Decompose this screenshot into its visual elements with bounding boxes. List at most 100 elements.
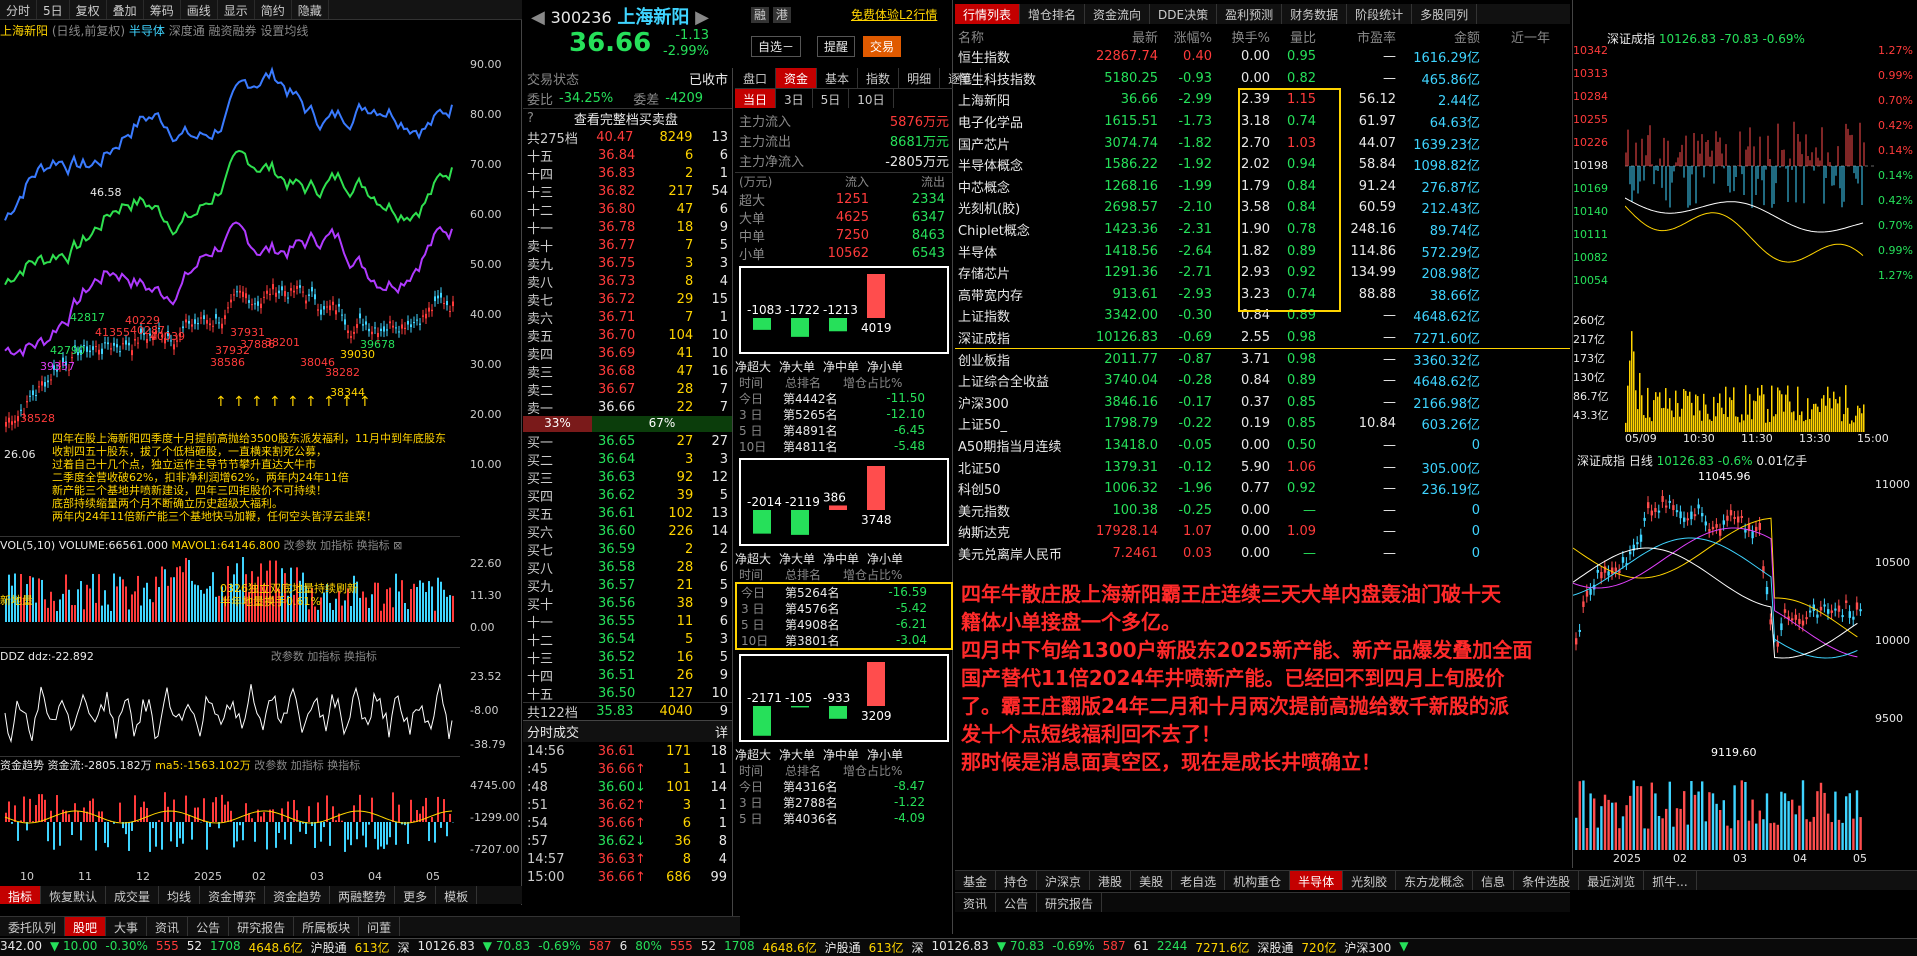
intraday-chart[interactable] <box>1625 48 1875 308</box>
sector-tab-7[interactable]: 半导体 <box>1290 871 1344 890</box>
ddz-tool[interactable]: 加指标 <box>307 650 340 663</box>
tag-hk[interactable]: 港 <box>772 7 791 23</box>
sector-tab-10[interactable]: 信息 <box>1473 871 1515 890</box>
trade-button[interactable]: 交易 <box>863 36 902 57</box>
column-header[interactable]: 量比 <box>1273 27 1319 46</box>
buy-level[interactable]: 买九 36.57 21 5 <box>527 576 728 595</box>
sell-level[interactable]: 十二 36.80 47 6 <box>527 200 728 219</box>
market-row[interactable]: 美元兑离岸人民币 7.2461 0.03 0.00 — — 0 <box>955 543 1570 565</box>
quote-tab-3[interactable]: 指数 <box>858 68 900 88</box>
info-tab-3[interactable]: 资讯 <box>147 917 189 936</box>
sector-tab-1[interactable]: 持仓 <box>996 871 1038 890</box>
sector-tab-4[interactable]: 美股 <box>1131 871 1173 890</box>
news-tab-2[interactable]: 研究报告 <box>1037 893 1103 912</box>
ddz-tool[interactable]: 换指标 <box>344 650 377 663</box>
sell-level[interactable]: 卖二 36.67 28 7 <box>527 380 728 399</box>
sector-tab-9[interactable]: 东方龙概念 <box>1396 871 1474 890</box>
indicator-tab-2[interactable]: 成交量 <box>106 886 160 904</box>
sector-tab-6[interactable]: 机构重仓 <box>1225 871 1291 890</box>
indicator-tab-0[interactable]: 指标 <box>0 886 42 904</box>
sell-level[interactable]: 十一 36.78 18 9 <box>527 218 728 237</box>
next-stock-icon[interactable]: ▶ <box>695 7 709 28</box>
market-row[interactable]: A50期指当月连续 13418.0 -0.05 0.00 0.50 — 0 <box>955 435 1570 457</box>
sell-level[interactable]: 十五 36.84 6 6 <box>527 146 728 165</box>
indicator-tab-5[interactable]: 资金趋势 <box>265 886 331 904</box>
market-row[interactable]: 上证综合全收益 3740.04 -0.28 0.84 0.89 — 4648.62亿 <box>955 370 1570 392</box>
info-tab-0[interactable]: 委托队列 <box>0 917 66 936</box>
sector-tab-11[interactable]: 条件选股 <box>1514 871 1580 890</box>
period-tab-3[interactable]: 10日 <box>849 89 894 108</box>
quote-tab-2[interactable]: 基本 <box>817 68 859 88</box>
column-header[interactable]: 最新 <box>1073 27 1161 46</box>
info-tab-7[interactable]: 问董 <box>359 917 401 936</box>
free-l2-link[interactable]: 免费体验L2行情 <box>851 6 937 23</box>
prev-stock-icon[interactable]: ◀ <box>531 7 545 28</box>
toolbar-button-1[interactable]: 5日 <box>37 0 70 19</box>
buy-level[interactable]: 买二 36.64 3 3 <box>527 450 728 469</box>
sell-level[interactable]: 卖五 36.70 104 10 <box>527 326 728 345</box>
market-tab-3[interactable]: DDE决策 <box>1150 4 1218 24</box>
buy-level[interactable]: 十二 36.54 5 3 <box>527 630 728 649</box>
column-header[interactable]: 近一年 <box>1483 27 1553 46</box>
watchlist-button[interactable]: 自选－ <box>751 36 802 57</box>
buy-level[interactable]: 买五 36.61 102 13 <box>527 504 728 523</box>
column-header[interactable]: 涨幅% <box>1161 27 1215 46</box>
market-tab-2[interactable]: 资金流向 <box>1085 4 1151 24</box>
sell-level[interactable]: 卖八 36.73 8 4 <box>527 272 728 291</box>
info-tab-5[interactable]: 研究报告 <box>229 917 295 936</box>
news-tab-1[interactable]: 公告 <box>996 893 1038 912</box>
period-tab-0[interactable]: 当日 <box>735 89 777 108</box>
sell-level[interactable]: 卖十 36.77 7 5 <box>527 236 728 255</box>
fund-tool[interactable]: 加指标 <box>291 759 324 772</box>
sector-tab-3[interactable]: 港股 <box>1090 871 1132 890</box>
vol-tool[interactable]: 加指标 <box>320 539 353 552</box>
info-tab-6[interactable]: 所属板块 <box>294 917 360 936</box>
sector-tab-5[interactable]: 老自选 <box>1172 871 1226 890</box>
quote-tab-0[interactable]: 盘口 <box>735 68 777 88</box>
market-tab-7[interactable]: 多股同列 <box>1412 4 1478 24</box>
ddz-tool[interactable]: 改参数 <box>271 650 304 663</box>
market-row[interactable]: 上证50_ 1798.79 -0.22 0.19 0.85 10.84 603.26亿 <box>955 413 1570 435</box>
fund-tool[interactable]: 改参数 <box>254 759 287 772</box>
buy-level[interactable]: 买十 36.56 38 9 <box>527 594 728 613</box>
market-tab-0[interactable]: 行情列表 <box>955 4 1021 24</box>
buy-level[interactable]: 十五 36.50 127 10 <box>527 684 728 703</box>
toolbar-button-4[interactable]: 筹码 <box>144 0 181 19</box>
toolbar-button-2[interactable]: 复权 <box>70 0 107 19</box>
toolbar-button-8[interactable]: 隐藏 <box>292 0 329 19</box>
toolbar-button-3[interactable]: 叠加 <box>107 0 144 19</box>
column-header[interactable]: 换手% <box>1215 27 1273 46</box>
market-row[interactable]: 沪深300 3846.16 -0.17 0.37 0.85 — 2166.98亿 <box>955 392 1570 414</box>
sell-level[interactable]: 卖六 36.71 7 1 <box>527 308 728 327</box>
indicator-tab-8[interactable]: 模板 <box>436 886 478 904</box>
indicator-tab-3[interactable]: 均线 <box>159 886 201 904</box>
buy-level[interactable]: 十一 36.55 11 6 <box>527 612 728 631</box>
sell-level[interactable]: 卖四 36.69 41 10 <box>527 344 728 363</box>
sector-tab-12[interactable]: 最近浏览 <box>1579 871 1645 890</box>
view-full-book[interactable]: ? 查看完整档买卖盘 <box>523 108 732 128</box>
sell-level[interactable]: 十三 36.82 217 54 <box>527 182 728 201</box>
alert-button[interactable]: 提醒 <box>817 36 856 57</box>
vol-tool[interactable]: 换指标 <box>357 539 390 552</box>
toolbar-button-5[interactable]: 画线 <box>181 0 218 19</box>
buy-level[interactable]: 十四 36.51 26 9 <box>527 666 728 685</box>
period-tab-1[interactable]: 3日 <box>776 89 813 108</box>
sector-tab-13[interactable]: 抓牛... <box>1644 871 1697 890</box>
ticks-detail-button[interactable]: 详 <box>715 722 728 741</box>
buy-level[interactable]: 买八 36.58 28 6 <box>527 558 728 577</box>
sell-level[interactable]: 卖一 36.66 22 7 <box>527 398 728 417</box>
sell-level[interactable]: 卖三 36.68 47 16 <box>527 362 728 381</box>
sector-tab-8[interactable]: 光刻胶 <box>1343 871 1397 890</box>
market-row[interactable]: 恒生科技指数 5180.25 -0.93 0.00 0.82 — 465.86亿 <box>955 68 1570 90</box>
market-tab-5[interactable]: 财务数据 <box>1282 4 1348 24</box>
toolbar-button-6[interactable]: 显示 <box>218 0 255 19</box>
sector-tab-0[interactable]: 基金 <box>955 871 997 890</box>
market-row[interactable]: 美元指数 100.38 -0.25 0.00 — — 0 <box>955 499 1570 521</box>
buy-level[interactable]: 买七 36.59 2 2 <box>527 540 728 559</box>
market-tab-6[interactable]: 阶段统计 <box>1347 4 1413 24</box>
indicator-tab-1[interactable]: 恢复默认 <box>41 886 107 904</box>
sell-level[interactable]: 卖七 36.72 29 15 <box>527 290 728 309</box>
fund-tool[interactable]: 换指标 <box>327 759 360 772</box>
sector-tab-2[interactable]: 沪深京 <box>1037 871 1091 890</box>
buy-level[interactable]: 十三 36.52 16 5 <box>527 648 728 667</box>
